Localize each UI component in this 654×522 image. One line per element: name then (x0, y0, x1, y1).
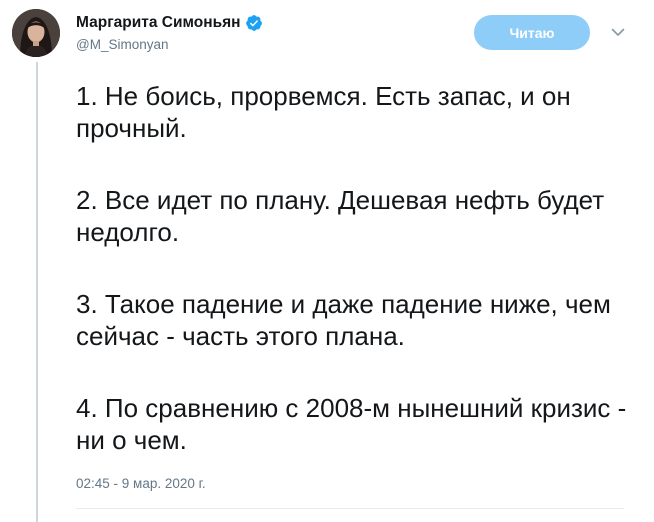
tweet-timestamp[interactable]: 02:45 - 9 мар. 2020 г. (76, 476, 206, 491)
following-button[interactable]: Читаю (474, 15, 590, 50)
divider (76, 508, 624, 509)
chevron-down-icon[interactable] (610, 24, 626, 40)
author-username[interactable]: @M_Simonyan (76, 37, 169, 52)
author-name-row[interactable]: Маргарита Симоньян (76, 12, 263, 34)
tweet-text: 1. Не боись, прорвемся. Есть запас, и он… (76, 80, 636, 456)
thread-line (36, 62, 38, 522)
author-display-name[interactable]: Маргарита Симоньян (76, 14, 241, 32)
tweet-paragraph: 2. Все идет по плану. Дешевая нефть буде… (76, 185, 605, 247)
tweet-paragraph: 1. Не боись, прорвемся. Есть запас, и он… (76, 81, 571, 143)
verified-badge-icon (245, 14, 263, 32)
tweet-paragraph: 4. По сравнению с 2008-м нынешний кризис… (76, 393, 627, 455)
tweet-paragraph: 3. Такое падение и даже падение ниже, че… (76, 289, 611, 351)
profile-photo-icon (12, 9, 60, 57)
avatar[interactable] (12, 9, 60, 57)
